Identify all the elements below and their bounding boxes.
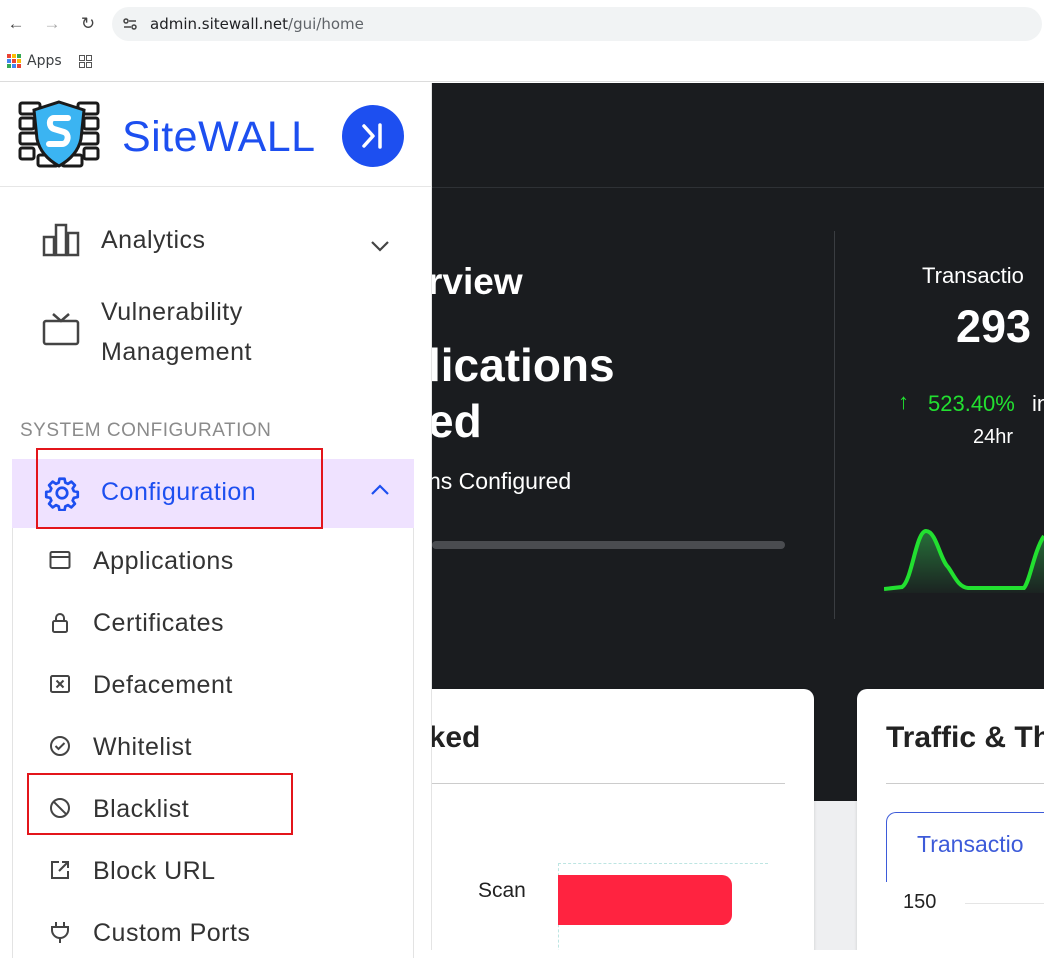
tab-transactions[interactable]: Transactio [886,812,1044,882]
card-title: Traffic & Th [886,721,1044,754]
vertical-divider [834,231,835,619]
submenu-item-label: Whitelist [93,733,192,761]
y-axis-tick: 150 [903,891,937,913]
lock-icon [52,613,68,633]
change-suffix: in [1032,391,1044,416]
sidebar-header: SiteWALL [0,83,432,187]
back-arrow-icon[interactable]: ← [6,14,26,34]
submenu-item-certificates[interactable]: Certificates [13,593,413,651]
dashboard-main: rview lications ed ns Configured Transac… [432,83,1044,950]
transactions-sparkline [884,528,1044,593]
submenu-item-label: Custom Ports [93,919,251,947]
transactions-label: Transactio [922,263,1024,288]
external-link-icon [51,861,69,879]
applications-configured-heading: lications ed [432,337,615,449]
submenu-item-label: Applications [93,547,234,575]
url-host: admin.sitewall.net [150,15,289,33]
submenu-item-label: Defacement [93,671,233,699]
brand-name: SiteWALL [122,113,316,161]
heading-line2: ed [432,395,482,447]
url-path: /gui/home [288,15,364,33]
collapse-sidebar-button[interactable] [342,105,404,167]
heading-line1: lications [432,339,615,391]
bookmarks-bar: Apps [0,50,1044,74]
chevron-up-icon[interactable] [369,479,391,501]
chart-gridline [558,863,768,864]
check-circle-icon [50,736,70,756]
section-label-system-configuration: SYSTEM CONFIGURATION [20,420,272,441]
chevron-down-icon[interactable] [369,235,391,257]
submenu-item-label: Block URL [93,857,216,885]
label-line2: Management [101,338,252,366]
header-divider [432,187,1044,188]
submenu-item-label: Certificates [93,609,225,637]
sidebar-item-vulnerability-management[interactable]: Vulnerability Management [0,288,432,378]
bar-label-scan: Scan [478,879,526,902]
sidebar-item-label: Vulnerability Management [101,292,252,372]
card-title: cked [432,721,481,754]
highlight-box-blacklist [27,773,293,835]
plug-icon [51,922,69,943]
submenu-item-whitelist[interactable]: Whitelist [13,717,413,775]
address-bar[interactable]: admin.sitewall.net/gui/home [112,7,1042,41]
bar-chart-icon [42,223,80,257]
overview-title: rview [432,261,523,302]
tab-groups-icon[interactable] [79,55,92,68]
submenu-item-defacement[interactable]: Defacement [13,655,413,713]
reload-icon[interactable]: ↻ [78,14,98,34]
submenu-item-custom-ports[interactable]: Custom Ports [13,903,413,961]
label-line1: Vulnerability [101,298,243,326]
sitewall-logo-icon[interactable] [18,99,100,169]
trend-up-arrow-icon: ↑ [898,389,909,414]
highlight-box-configuration [36,448,323,529]
configuration-submenu: Applications Certificates Defacement Whi… [12,528,414,958]
apps-bookmark[interactable]: Apps [27,53,62,69]
card-divider [886,783,1044,784]
window-icon [49,551,71,569]
forward-arrow-icon[interactable]: → [42,14,62,34]
collapse-arrow-icon [362,123,382,149]
browser-chrome: ← → ↻ admin.sitewall.net/gui/home Apps [0,0,1044,82]
change-percent: 523.40% [928,391,1015,416]
threats-blocked-card: cked Scan [432,689,814,950]
traffic-card: Traffic & Th Transactio 150 [857,689,1044,950]
progress-bar [432,541,785,549]
submenu-item-applications[interactable]: Applications [13,531,413,589]
tab-transactions-label: Transactio [917,831,1024,857]
apps-grid-icon[interactable] [7,54,21,68]
sidebar-item-label: Analytics [101,226,206,254]
chart-gridline [965,903,1044,904]
card-divider [432,783,785,784]
close-box-icon [50,675,70,693]
site-settings-icon[interactable] [122,16,138,32]
submenu-item-block-url[interactable]: Block URL [13,841,413,899]
url-text: admin.sitewall.net/gui/home [150,15,364,33]
applications-configured-subtitle: ns Configured [432,468,572,494]
tv-icon [42,313,80,346]
change-period: 24hr [973,426,1014,448]
bar-scan[interactable] [558,875,732,925]
transactions-value: 293 [956,301,1032,352]
sidebar-item-analytics[interactable]: Analytics [0,213,432,273]
browser-toolbar: ← → ↻ admin.sitewall.net/gui/home [0,5,1044,45]
